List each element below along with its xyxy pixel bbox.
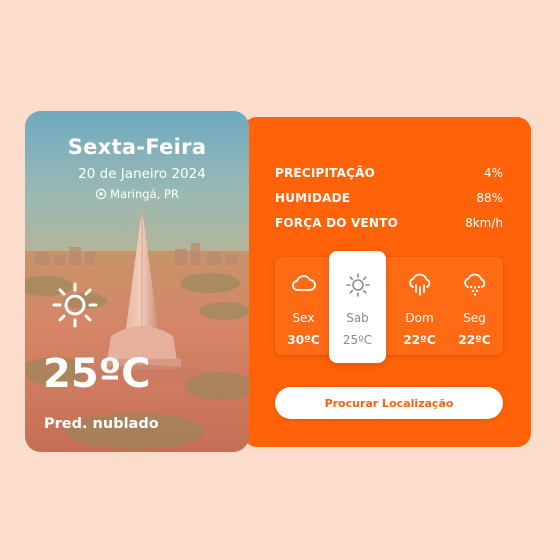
stat-label: FORÇA DO VENTO	[275, 216, 398, 230]
location-label: Maringá, PR	[110, 187, 179, 201]
stat-value: 4%	[483, 166, 503, 180]
stat-precipitation: PRECIPITAÇÃO 4%	[275, 164, 503, 182]
forecast-strip: Sex 30ºC Sab 25ºC Dom 22ºC Seg 22ºC	[275, 251, 503, 363]
forecast-day-temp: 25ºC	[342, 333, 373, 347]
date-label: 20 de Janeiro 2024	[78, 166, 206, 182]
weather-details-panel: PRECIPITAÇÃO 4% HUMIDADE 88% FORÇA DO VE…	[243, 117, 531, 447]
weather-condition: Pred. nublado	[44, 416, 159, 432]
forecast-day-temp: 30ºC	[287, 333, 320, 347]
forecast-day-temp: 22ºC	[403, 333, 436, 347]
stat-label: PRECIPITAÇÃO	[275, 166, 375, 180]
stat-label: HUMIDADE	[275, 191, 351, 205]
location-row: Maringá, PR	[25, 187, 249, 201]
current-weather-card: Sexta-Feira 20 de Janeiro 2024 Maringá, …	[25, 111, 249, 452]
weather-stats: PRECIPITAÇÃO 4% HUMIDADE 88% FORÇA DO VE…	[275, 164, 503, 239]
partly-sunny-icon	[50, 280, 100, 334]
forecast-day-label: Sab	[346, 311, 369, 325]
stat-value: 88%	[476, 191, 503, 205]
current-temperature: 25ºC	[43, 351, 151, 397]
stat-value: 8km/h	[465, 216, 503, 230]
sun-icon	[329, 272, 386, 297]
forecast-day-dom[interactable]: Dom 22ºC	[391, 257, 448, 355]
location-pin-icon	[95, 188, 107, 200]
forecast-day-sex[interactable]: Sex 30ºC	[275, 257, 332, 355]
weather-widget: PRECIPITAÇÃO 4% HUMIDADE 88% FORÇA DO VE…	[25, 111, 531, 452]
weekday-title: Sexta-Feira	[67, 135, 207, 159]
cloud-rain-icon	[391, 272, 448, 296]
cloud-hail-icon	[446, 272, 503, 296]
forecast-day-label: Seg	[463, 311, 486, 325]
forecast-day-seg[interactable]: Seg 22ºC	[446, 257, 503, 355]
forecast-day-label: Sex	[292, 311, 315, 325]
forecast-day-label: Dom	[405, 311, 434, 325]
search-location-button[interactable]: Procurar Localização	[275, 387, 503, 419]
forecast-day-temp: 22ºC	[458, 333, 491, 347]
stat-wind: FORÇA DO VENTO 8km/h	[275, 214, 503, 232]
cloud-icon	[275, 272, 332, 296]
forecast-day-sab[interactable]: Sab 25ºC	[329, 251, 386, 363]
stat-humidity: HUMIDADE 88%	[275, 189, 503, 207]
